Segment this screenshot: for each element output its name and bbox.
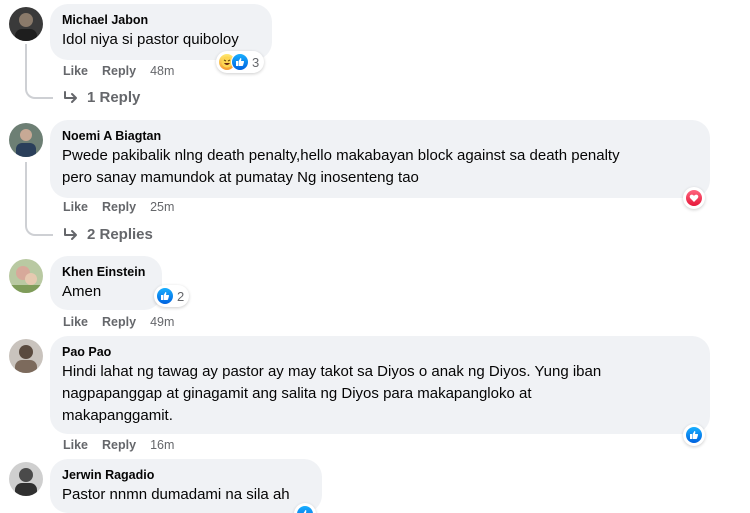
reply-button[interactable]: Reply bbox=[102, 438, 136, 452]
comment-text: Pwede pakibalik nlng death penalty,hello… bbox=[62, 147, 620, 164]
replies-count-label: 2 Replies bbox=[87, 226, 153, 243]
like-button[interactable]: Like bbox=[63, 200, 88, 214]
reaction-summary[interactable]: 3 bbox=[216, 51, 265, 73]
comment-text: Hindi lahat ng tawag ay pastor ay may ta… bbox=[62, 363, 602, 380]
thread-connector bbox=[25, 44, 53, 99]
like-icon bbox=[685, 426, 703, 444]
comment-author[interactable]: Pao Pao bbox=[62, 344, 698, 360]
comment-timestamp[interactable]: 48m bbox=[150, 64, 174, 78]
reaction-count: 2 bbox=[177, 288, 185, 304]
reaction-summary[interactable] bbox=[683, 424, 705, 446]
comment-timestamp[interactable]: 16m bbox=[150, 438, 174, 452]
like-button[interactable]: Like bbox=[63, 64, 88, 78]
comment-text: Idol niya si pastor quiboloy bbox=[62, 31, 239, 48]
comment-author[interactable]: Michael Jabon bbox=[62, 12, 260, 28]
like-icon bbox=[231, 53, 249, 71]
reaction-summary[interactable]: 2 bbox=[154, 285, 190, 307]
comment-bubble: Khen Einstein Amen bbox=[50, 256, 162, 310]
comment-text: pero sanay mamundok at pumatay Ng inosen… bbox=[62, 169, 419, 186]
comment-actions: Like Reply 16m bbox=[63, 438, 174, 452]
like-icon bbox=[296, 505, 314, 513]
like-button[interactable]: Like bbox=[63, 438, 88, 452]
avatar[interactable] bbox=[9, 7, 43, 41]
comment-bubble: Jerwin Ragadio Pastor nnmn dumadami na s… bbox=[50, 459, 322, 513]
avatar[interactable] bbox=[9, 259, 43, 293]
like-icon bbox=[156, 287, 174, 305]
comment-bubble: Noemi A Biagtan Pwede pakibalik nlng dea… bbox=[50, 120, 710, 198]
like-button[interactable]: Like bbox=[63, 315, 88, 329]
comment-timestamp[interactable]: 25m bbox=[150, 200, 174, 214]
comment-actions: Like Reply 49m bbox=[63, 315, 174, 329]
view-replies-button[interactable]: 1 Reply bbox=[63, 89, 140, 106]
reply-button[interactable]: Reply bbox=[102, 200, 136, 214]
comment-text: Pastor nnmn dumadami na sila ah bbox=[62, 486, 290, 503]
avatar[interactable] bbox=[9, 123, 43, 157]
thread-connector bbox=[25, 162, 53, 236]
replies-count-label: 1 Reply bbox=[87, 89, 141, 106]
love-icon bbox=[685, 189, 703, 207]
comment-author[interactable]: Khen Einstein bbox=[62, 264, 150, 280]
reaction-summary[interactable] bbox=[683, 187, 705, 209]
reaction-count: 3 bbox=[252, 54, 260, 70]
comment-bubble: Pao Pao Hindi lahat ng tawag ay pastor a… bbox=[50, 336, 710, 434]
reply-button[interactable]: Reply bbox=[102, 315, 136, 329]
avatar[interactable] bbox=[9, 462, 43, 496]
comment-author[interactable]: Noemi A Biagtan bbox=[62, 128, 698, 144]
comment-author[interactable]: Jerwin Ragadio bbox=[62, 467, 310, 483]
comment-timestamp[interactable]: 49m bbox=[150, 315, 174, 329]
avatar[interactable] bbox=[9, 339, 43, 373]
reply-arrow-icon bbox=[64, 90, 77, 103]
comment-actions: Like Reply 25m bbox=[63, 200, 174, 214]
comment-actions: Like Reply 48m bbox=[63, 64, 174, 78]
reply-button[interactable]: Reply bbox=[102, 64, 136, 78]
comment-text: nagpapanggap at ginagamit ang salita ng … bbox=[62, 385, 532, 402]
reply-arrow-icon bbox=[64, 227, 77, 240]
view-replies-button[interactable]: 2 Replies bbox=[63, 226, 153, 243]
comment-text: Amen bbox=[62, 283, 102, 300]
comment-text: makapanggamit. bbox=[62, 407, 173, 424]
